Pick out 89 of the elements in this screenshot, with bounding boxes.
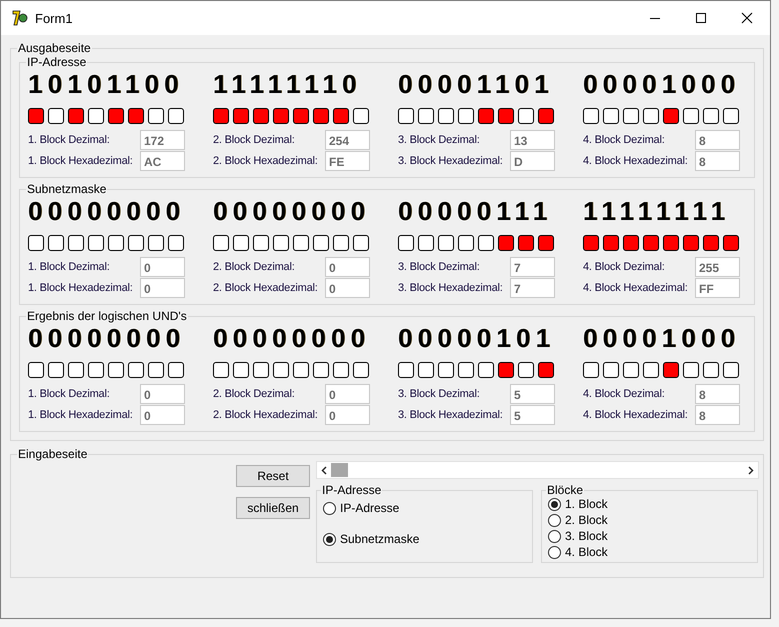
decimal-field[interactable]: 8 <box>695 384 740 404</box>
group-title: IP-Adresse <box>26 55 88 69</box>
radio-button[interactable] <box>548 546 561 558</box>
field-label: 4. Block Dezimal: <box>583 388 665 400</box>
maximize-icon[interactable] <box>695 12 707 24</box>
hex-field[interactable]: FF <box>695 278 740 298</box>
hex-field[interactable]: D <box>510 151 555 171</box>
decimal-field[interactable]: 0 <box>140 257 185 277</box>
field-label: 4. Block Hexadezimal: <box>583 155 688 167</box>
binary-digits: 00000000 <box>28 324 186 352</box>
field-label: 1. Block Hexadezimal: <box>28 155 133 167</box>
field-label: 2. Block Hexadezimal: <box>213 155 318 167</box>
radio-button[interactable] <box>548 498 561 510</box>
field-label: 1. Block Dezimal: <box>28 261 110 273</box>
decimal-field[interactable]: 0 <box>325 257 370 277</box>
group-title: Blöcke <box>546 483 584 497</box>
field-label: 2. Block Dezimal: <box>213 134 295 146</box>
binary-digits: 11111111 <box>583 197 730 225</box>
radio-label[interactable]: 1. Block <box>565 497 608 511</box>
field-label: 1. Block Hexadezimal: <box>28 282 133 294</box>
group-title: Ergebnis der logischen UND's <box>26 309 188 323</box>
field-label: 2. Block Hexadezimal: <box>213 409 318 421</box>
horizontal-scrollbar[interactable] <box>316 461 759 479</box>
field-label: 3. Block Hexadezimal: <box>398 282 503 294</box>
decimal-field[interactable]: 7 <box>510 257 555 277</box>
field-label: 4. Block Dezimal: <box>583 134 665 146</box>
radio-label[interactable]: Subnetzmaske <box>340 532 420 546</box>
radio-label[interactable]: 4. Block <box>565 545 608 559</box>
hex-field[interactable]: 0 <box>325 405 370 425</box>
scroll-thumb[interactable] <box>331 463 348 477</box>
hex-field[interactable]: AC <box>140 151 185 171</box>
radio-label[interactable]: 3. Block <box>565 529 608 543</box>
field-label: 2. Block Hexadezimal: <box>213 282 318 294</box>
binary-digits: 00000000 <box>213 197 370 225</box>
group-title: Ausgabeseite <box>17 41 92 55</box>
binary-digits: 11111110 <box>213 70 362 98</box>
scroll-left-icon[interactable] <box>321 466 327 474</box>
binary-digits: 00001000 <box>583 324 740 352</box>
field-label: 2. Block Dezimal: <box>213 261 295 273</box>
hex-field[interactable]: 0 <box>325 278 370 298</box>
hex-field[interactable]: 5 <box>510 405 555 425</box>
reset-button[interactable]: Reset <box>236 465 310 487</box>
hex-field[interactable]: 8 <box>695 151 740 171</box>
field-label: 3. Block Dezimal: <box>398 134 480 146</box>
hex-field[interactable]: 0 <box>140 405 185 425</box>
radio-button[interactable] <box>323 502 336 514</box>
field-label: 1. Block Dezimal: <box>28 388 110 400</box>
field-label: 3. Block Dezimal: <box>398 388 480 400</box>
binary-digits: 00000111 <box>398 197 552 225</box>
field-label: 3. Block Hexadezimal: <box>398 409 503 421</box>
field-label: 1. Block Dezimal: <box>28 134 110 146</box>
field-label: 4. Block Hexadezimal: <box>583 282 688 294</box>
hex-field[interactable]: 7 <box>510 278 555 298</box>
close-form-button[interactable]: schließen <box>236 497 310 519</box>
hex-field[interactable]: FE <box>325 151 370 171</box>
hex-field[interactable]: 0 <box>140 278 185 298</box>
binary-digits: 10101100 <box>28 70 184 98</box>
binary-digits: 00000000 <box>213 324 370 352</box>
decimal-field[interactable]: 5 <box>510 384 555 404</box>
decimal-field[interactable]: 255 <box>695 257 740 277</box>
radio-label[interactable]: IP-Adresse <box>340 501 400 515</box>
radio-label[interactable]: 2. Block <box>565 513 608 527</box>
decimal-field[interactable]: 0 <box>140 384 185 404</box>
field-label: 4. Block Dezimal: <box>583 261 665 273</box>
scroll-right-icon[interactable] <box>748 466 754 474</box>
decimal-field[interactable]: 172 <box>140 130 185 150</box>
field-label: 3. Block Hexadezimal: <box>398 155 503 167</box>
decimal-field[interactable]: 0 <box>325 384 370 404</box>
window-title: Form1 <box>35 10 73 26</box>
field-label: 4. Block Hexadezimal: <box>583 409 688 421</box>
radio-button[interactable] <box>548 530 561 542</box>
close-icon[interactable] <box>741 12 753 24</box>
binary-digits: 00001101 <box>398 70 554 98</box>
radio-button[interactable] <box>548 514 561 526</box>
group-title: Eingabeseite <box>17 447 88 461</box>
decimal-field[interactable]: 8 <box>695 130 740 150</box>
binary-digits: 00000101 <box>398 324 556 352</box>
group-title: IP-Adresse <box>321 483 382 497</box>
binary-digits: 00001000 <box>583 70 740 98</box>
binary-digits: 00000000 <box>28 197 186 225</box>
hex-field[interactable]: 8 <box>695 405 740 425</box>
decimal-field[interactable]: 254 <box>325 130 370 150</box>
field-label: 2. Block Dezimal: <box>213 388 295 400</box>
field-label: 3. Block Dezimal: <box>398 261 480 273</box>
group-title: Subnetzmaske <box>26 182 108 196</box>
field-label: 1. Block Hexadezimal: <box>28 409 133 421</box>
app-icon <box>11 9 29 27</box>
radio-button[interactable] <box>323 532 336 546</box>
decimal-field[interactable]: 13 <box>510 130 555 150</box>
